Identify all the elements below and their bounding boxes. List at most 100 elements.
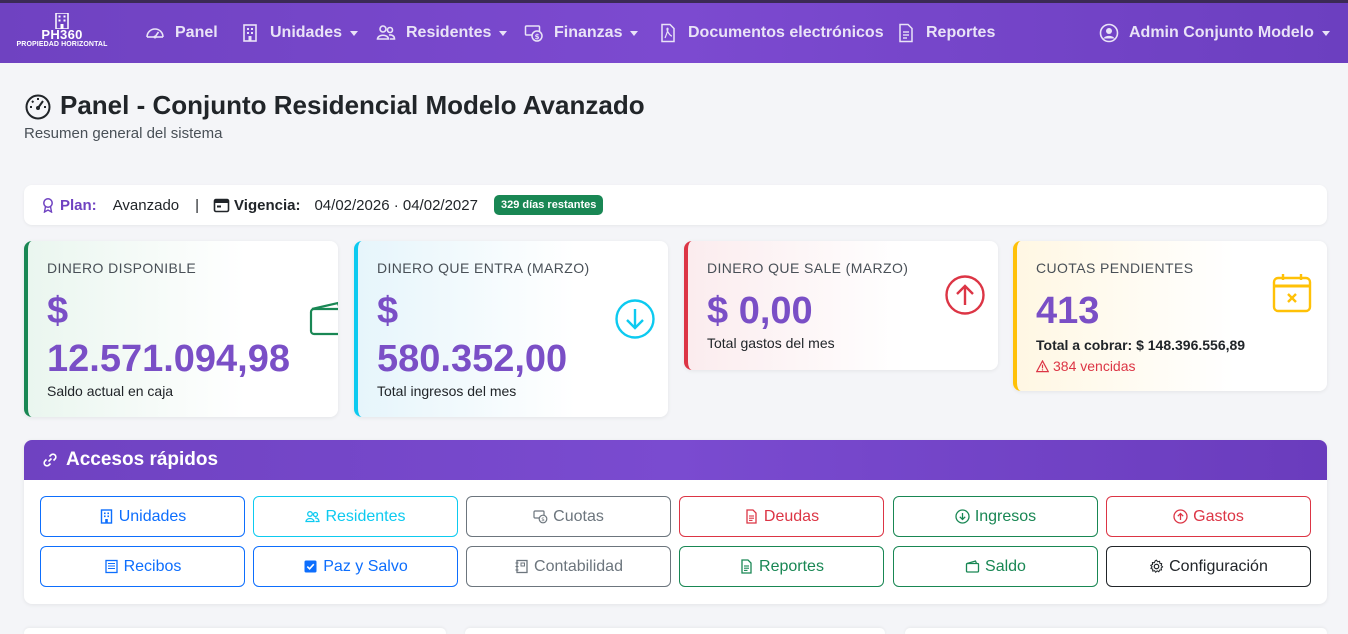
arrow-up-circle-icon [1173,509,1188,524]
calendar-icon [213,198,230,212]
cash-coin-icon: $ [524,25,543,42]
page-title-text: Panel - Conjunto Residencial Modelo Avan… [60,90,645,120]
link-icon [43,453,57,467]
chevron-down-icon [630,30,639,36]
quick-contabilidad-button[interactable]: Contabilidad [466,546,671,587]
check-square-icon [304,560,317,573]
vigencia-label-text: Vigencia: [234,196,301,214]
quick-access-panel: Accesos rápidos Unidades Residentes $ Cu… [24,440,1327,604]
nav-reportes-label: Reportes [926,24,996,41]
quick-reportes-button[interactable]: Reportes [679,546,884,587]
card-currency: $ [377,290,399,332]
quick-deudas-button[interactable]: Deudas [679,496,884,537]
quick-button-label: Recibos [123,557,182,575]
receipt-icon [104,559,118,574]
brand-logo[interactable]: PH360 PROPIEDAD HORIZONTAL [10,13,114,55]
card-title: CUOTAS PENDIENTES [1036,260,1194,276]
award-icon [43,198,53,213]
card-dinero-disponible: DINERO DISPONIBLE $ 12.571.094,98 Saldo … [24,241,338,417]
quick-gastos-button[interactable]: Gastos [1106,496,1311,537]
card-currency: $ [47,290,69,332]
card-title: DINERO QUE SALE (MARZO) [707,260,909,276]
vigencia-label: Vigencia: [213,197,300,214]
nav-documentos[interactable]: Documentos electrónicos [658,3,884,63]
nav-panel-label: Panel [175,24,218,41]
people-icon [376,25,396,40]
arrow-down-circle-icon [615,299,655,339]
quick-button-label: Ingresos [974,507,1037,525]
card-footer: Total ingresos del mes [377,383,517,399]
card-title: DINERO DISPONIBLE [47,260,197,276]
svg-text:$: $ [541,517,545,523]
building-icon [243,24,257,42]
nav-finanzas[interactable]: $ Finanzas [524,3,639,63]
quick-button-label: Paz y Salvo [323,557,408,575]
gear-icon [1150,559,1164,573]
quick-button-label: Unidades [118,507,187,525]
quick-configuracion-button[interactable]: Configuración [1106,546,1311,587]
warning-triangle-icon [1036,359,1049,372]
cash-coin-icon: $ [533,510,548,524]
card-amount-value: 12.571.094,98 [47,338,291,380]
file-pdf-icon [661,23,675,43]
quick-button-label: Saldo [985,557,1026,575]
quick-ingresos-button[interactable]: Ingresos [893,496,1098,537]
quick-cuotas-button[interactable]: $ Cuotas [466,496,671,537]
file-text-icon [899,23,913,43]
plan-bar: Plan: Avanzado | Vigencia: 04/02/2026 · … [24,185,1327,225]
speedometer-icon [146,28,164,39]
journal-icon [515,559,528,574]
quick-saldo-button[interactable]: Saldo [893,546,1098,587]
chevron-down-icon [1321,30,1330,36]
page-subtitle: Resumen general del sistema [24,125,223,142]
user-menu[interactable]: Admin Conjunto Modelo [1099,3,1330,63]
quick-unidades-button[interactable]: Unidades [40,496,245,537]
nav-unidades-label: Unidades [270,24,343,41]
vigencia-value: 04/02/2026 · 04/02/2027 [314,196,478,214]
plan-label: Plan: [40,197,97,214]
chevron-down-icon [350,30,359,36]
speedometer-icon [25,94,51,119]
card-stub [465,628,885,634]
quick-recibos-button[interactable]: Recibos [40,546,245,587]
card-dinero-sale: DINERO QUE SALE (MARZO) $ 0,00 Total gas… [684,241,998,370]
nav-panel[interactable]: Panel [145,3,218,63]
card-footer: Total gastos del mes [707,335,835,351]
navbar: PH360 PROPIEDAD HORIZONTAL Panel Unidade… [0,3,1348,63]
quick-button-label: Cuotas [553,507,604,525]
people-icon [305,511,321,523]
vencidas-text: 384 vencidas [1036,358,1136,374]
quick-access-title: Accesos rápidos [66,449,219,470]
quick-button-label: Deudas [763,507,820,525]
card-stub [905,628,1327,634]
total-a-cobrar: Total a cobrar: $ 148.396.556,89 [1036,337,1246,353]
wallet-icon [309,301,338,336]
plan-separator: | [195,196,200,214]
nav-unidades[interactable]: Unidades [240,3,359,63]
svg-text:$: $ [535,33,540,41]
quick-residentes-button[interactable]: Residentes [253,496,458,537]
building-icon [100,509,112,524]
card-amount-value: 580.352,00 [377,338,568,380]
card-amount-value: 413 [1036,290,1100,332]
nav-residentes[interactable]: Residentes [376,3,508,63]
arrow-up-circle-icon [945,275,985,315]
card-dinero-entra: DINERO QUE ENTRA (MARZO) $ 580.352,00 To… [354,241,668,417]
file-text-icon [741,559,752,574]
wallet-icon [965,560,980,573]
quick-button-label: Reportes [759,557,824,575]
calendar-x-icon [1272,274,1312,313]
card-title: DINERO QUE ENTRA (MARZO) [377,260,590,276]
card-amount: $ 580.352,00 [377,287,567,383]
chevron-down-icon [499,30,508,36]
brand-subtitle: PROPIEDAD HORIZONTAL [16,41,108,48]
brand-name: PH360 [41,27,83,42]
person-circle-icon [1099,23,1119,43]
arrow-down-circle-icon [955,509,970,524]
quick-paz-y-salvo-button[interactable]: Paz y Salvo [253,546,458,587]
quick-button-label: Configuración [1169,557,1268,575]
file-text-icon [746,509,757,524]
plan-label-text: Plan: [60,196,97,214]
nav-reportes[interactable]: Reportes [896,3,995,63]
nav-documentos-label: Documentos electrónicos [688,24,884,41]
